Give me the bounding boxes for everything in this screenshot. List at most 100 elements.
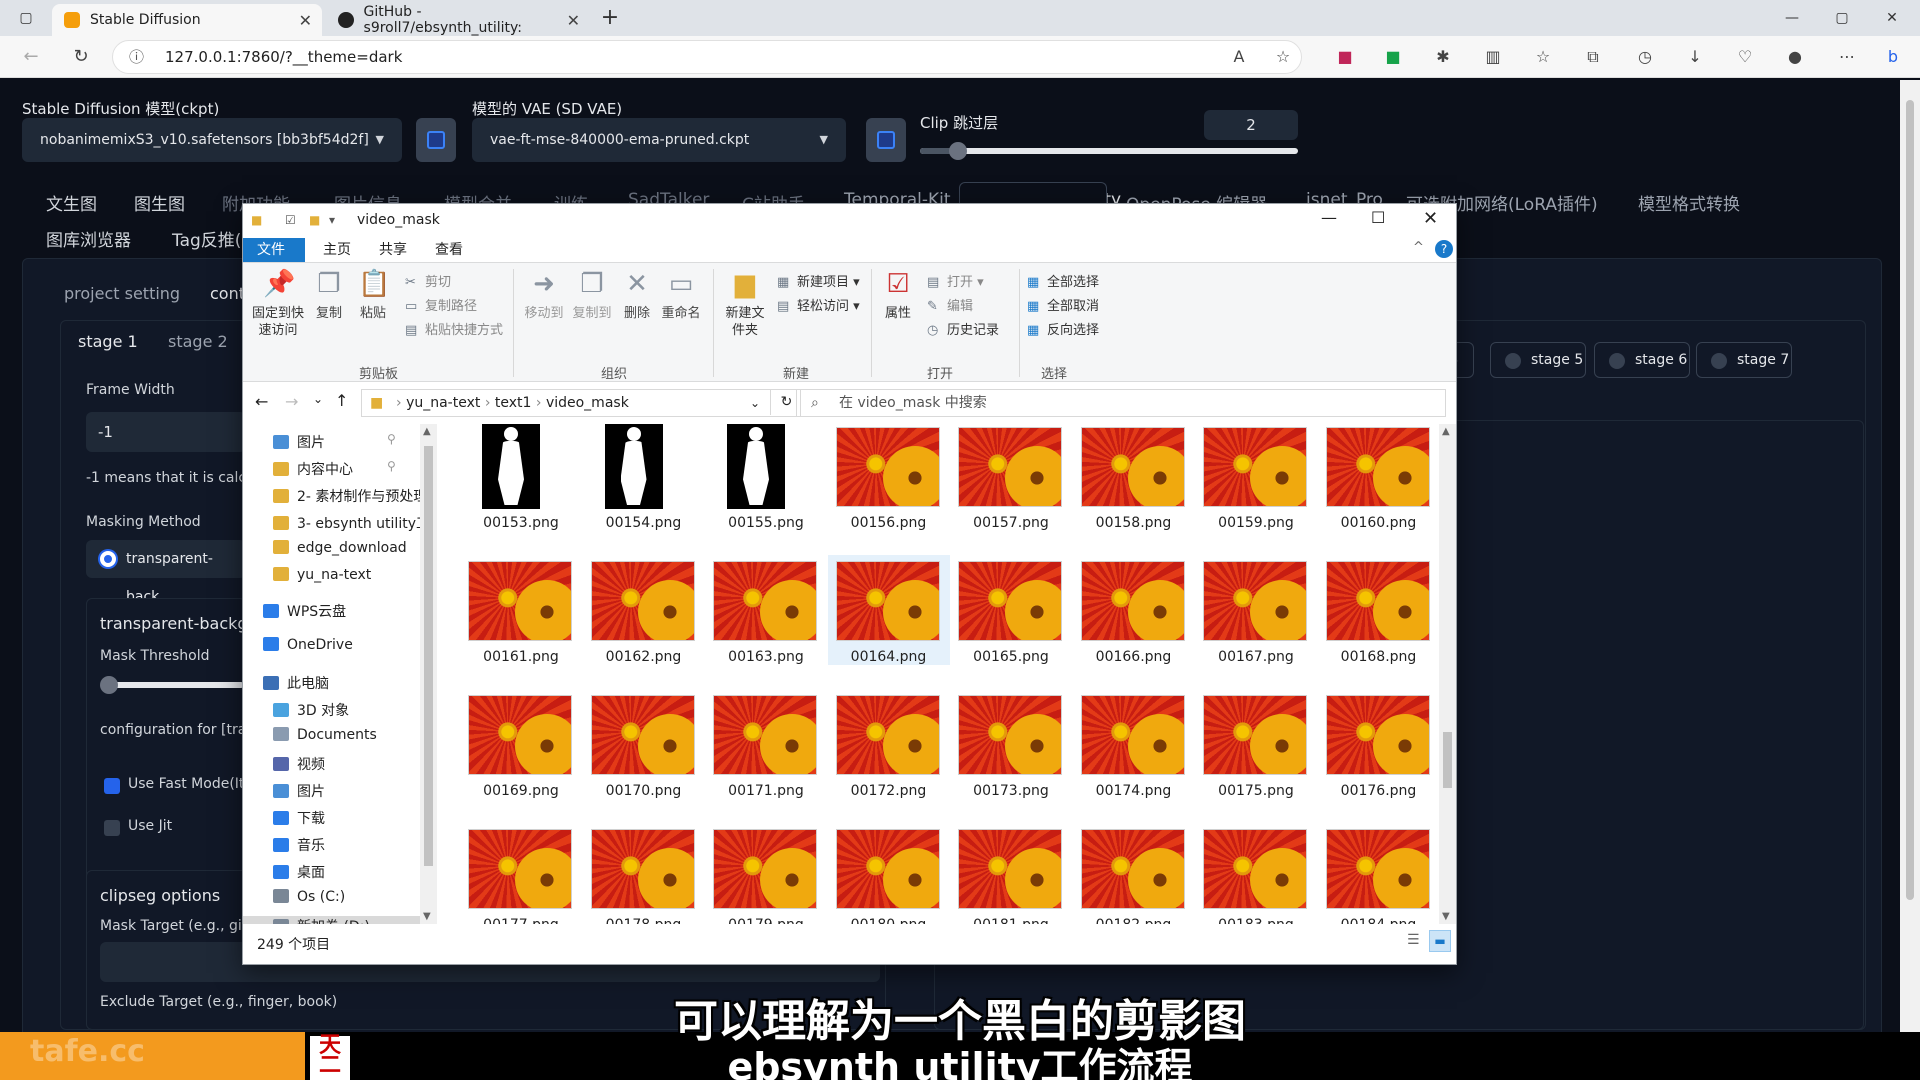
vae-dropdown[interactable]: vae-ft-mse-840000-ema-pruned.ckpt ▼ — [472, 118, 846, 162]
file-item[interactable]: 00158.png — [1073, 424, 1195, 531]
close-window-icon[interactable]: ✕ — [1882, 8, 1902, 28]
file-item[interactable]: 00166.png — [1073, 555, 1195, 665]
file-item[interactable]: 00174.png — [1073, 689, 1195, 799]
scroll-up-icon[interactable]: ▲ — [423, 426, 431, 437]
extension-icon[interactable]: ■ — [1382, 46, 1404, 68]
tab-stable-diffusion[interactable]: Stable Diffusion ✕ — [52, 4, 322, 36]
back-arrow-icon[interactable]: ← — [255, 392, 268, 411]
nav-tree-item[interactable]: Os (C:) — [273, 889, 345, 905]
main-tab[interactable]: 文生图 — [46, 190, 97, 215]
clip-skip-slider[interactable] — [920, 142, 1298, 160]
more-menu-icon[interactable]: ⋯ — [1836, 46, 1858, 68]
ribbon-tab-file[interactable]: 文件 — [243, 238, 305, 262]
minimize-icon[interactable]: — — [1321, 208, 1337, 227]
main-tab[interactable]: 图库浏览器 — [46, 226, 131, 251]
page-scrollbar-thumb[interactable] — [1906, 100, 1914, 900]
file-item[interactable]: 00171.png — [705, 689, 827, 799]
file-item[interactable]: 00169.png — [460, 689, 582, 799]
scroll-down-icon[interactable]: ▼ — [1442, 911, 1450, 922]
nav-tree-item[interactable]: 此电脑 — [263, 673, 329, 693]
search-input[interactable]: ⌕ 在 video_mask 中搜索 — [796, 389, 1446, 417]
use-jit-checkbox[interactable] — [104, 820, 120, 836]
extension-icon[interactable]: ■ — [1334, 46, 1356, 68]
reload-icon[interactable]: ↻ — [70, 46, 92, 68]
tab-stage-2[interactable]: stage 2 — [168, 332, 228, 351]
profile-avatar-icon[interactable]: ● — [1784, 46, 1806, 68]
file-item[interactable]: 00173.png — [950, 689, 1072, 799]
nav-tree-item[interactable]: edge_download — [273, 540, 407, 556]
tab-github[interactable]: GitHub - s9roll7/ebsynth_utility: ✕ — [326, 4, 590, 36]
file-item[interactable]: 00165.png — [950, 555, 1072, 665]
file-item[interactable]: 00162.png — [583, 555, 705, 665]
favorites-icon[interactable]: ☆ — [1532, 46, 1554, 68]
file-item[interactable]: 00183.png — [1195, 823, 1317, 924]
tab-project-setting[interactable]: project setting — [64, 284, 180, 303]
copy-button[interactable]: ❐ 复制 — [309, 269, 349, 322]
copy-path-button[interactable]: ▭ 复制路径 — [405, 295, 477, 314]
refresh-vae-button[interactable] — [866, 118, 906, 162]
ribbon-tab-share[interactable]: 共享 — [365, 238, 421, 262]
extensions-puzzle-icon[interactable]: ✱ — [1432, 46, 1454, 68]
file-item[interactable]: 00164.png — [827, 555, 950, 665]
mask-threshold-slider-handle[interactable] — [100, 676, 118, 694]
navigation-pane-scrollbar[interactable]: ▲ ▼ — [420, 424, 437, 924]
nav-tree-item[interactable]: WPS云盘 — [263, 601, 346, 621]
page-scrollbar[interactable] — [1900, 80, 1920, 1032]
file-item[interactable]: 00180.png — [828, 823, 950, 924]
open-button[interactable]: ▤ 打开 ▾ — [927, 271, 984, 290]
address-path[interactable]: ■ › yu_na-text › text1 › video_mask ⌄ ↻ — [361, 389, 801, 417]
frame-width-input[interactable]: -1 — [86, 412, 246, 452]
maximize-icon[interactable]: ▢ — [1832, 8, 1852, 28]
details-view-icon[interactable]: ☰ — [1407, 932, 1420, 948]
split-screen-icon[interactable]: ▥ — [1482, 46, 1504, 68]
maximize-icon[interactable]: ☐ — [1371, 208, 1385, 227]
file-item[interactable]: 00156.png — [828, 424, 950, 531]
breadcrumb-yu-na-text[interactable]: yu_na-text — [406, 395, 480, 411]
main-tab[interactable]: Tag反推( — [172, 226, 241, 251]
refresh-ckpt-button[interactable] — [416, 118, 456, 162]
masking-method-option[interactable]: transparent-back — [86, 540, 246, 605]
file-item[interactable]: 00170.png — [583, 689, 705, 799]
file-item[interactable]: 00168.png — [1318, 555, 1440, 665]
edit-button[interactable]: ✎ 编辑 — [927, 295, 973, 314]
nav-tree-item[interactable]: 图片 — [273, 781, 325, 801]
file-item[interactable]: 00154.png — [583, 424, 705, 531]
ckpt-dropdown[interactable]: nobanimemixS3_v10.safetensors [bb3bf54d2… — [22, 118, 402, 162]
nav-tree-item[interactable]: 内容中心 ⚲ — [273, 459, 396, 479]
file-item[interactable]: 00179.png — [705, 823, 827, 924]
nav-tree-item[interactable]: yu_na-text — [273, 567, 371, 583]
fast-mode-checkbox[interactable] — [104, 778, 120, 794]
recent-locations-icon[interactable]: ⌄ — [313, 392, 323, 406]
file-item[interactable]: 00176.png — [1318, 689, 1440, 799]
nav-tree-item[interactable]: Documents — [273, 727, 377, 743]
paste-shortcut-button[interactable]: ▤ 粘贴快捷方式 — [405, 319, 503, 338]
favorite-star-icon[interactable]: ☆ — [1272, 46, 1294, 68]
invert-selection-button[interactable]: ▦ 反向选择 — [1027, 319, 1099, 338]
properties-button[interactable]: ☑ 属性 — [879, 269, 917, 322]
file-item[interactable]: 00161.png — [460, 555, 582, 665]
file-item[interactable]: 00181.png — [950, 823, 1072, 924]
file-item[interactable]: 00160.png — [1318, 424, 1440, 531]
nav-tree-item[interactable]: 3- ebsynth utility工 — [273, 513, 430, 533]
file-item[interactable]: 00159.png — [1195, 424, 1317, 531]
close-tab-icon[interactable]: ✕ — [567, 11, 580, 30]
rename-button[interactable]: ▭ 重命名 — [659, 269, 703, 322]
file-item[interactable]: 00184.png — [1318, 823, 1440, 924]
quick-access-checkbox-icon[interactable]: ☑ — [285, 213, 296, 227]
easy-access-button[interactable]: ▤ 轻松访问 ▾ — [777, 295, 860, 314]
cut-button[interactable]: ✂ 剪切 — [405, 271, 451, 290]
nav-tree-item[interactable]: 视频 — [273, 754, 325, 774]
bing-copilot-icon[interactable]: b — [1882, 46, 1904, 68]
scroll-up-icon[interactable]: ▲ — [1442, 426, 1450, 437]
stage-6-button[interactable]: stage 6 — [1594, 342, 1690, 378]
minimize-icon[interactable]: — — [1782, 8, 1802, 28]
clip-skip-input[interactable]: 2 — [1204, 110, 1298, 140]
nav-tree-item[interactable]: OneDrive — [263, 637, 353, 653]
history-button[interactable]: ◷ 历史记录 — [927, 319, 999, 338]
file-item[interactable]: 00182.png — [1073, 823, 1195, 924]
mask-threshold-slider[interactable] — [100, 676, 244, 694]
new-tab-icon[interactable]: + — [600, 7, 620, 29]
nav-tree-item[interactable]: 2- 素材制作与预处理 — [273, 486, 427, 506]
pin-quick-access-button[interactable]: 📌 固定到快速访问 — [249, 269, 307, 339]
new-folder-button[interactable]: ▆ 新建文件夹 — [721, 269, 769, 339]
